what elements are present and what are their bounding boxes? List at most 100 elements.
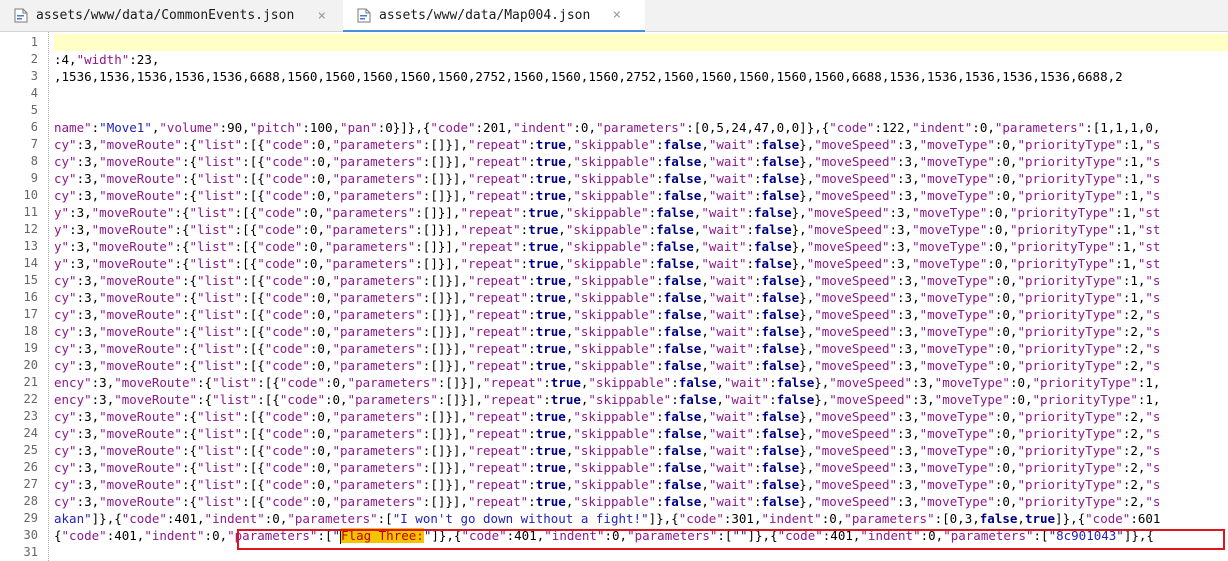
code-token: "moveType"	[919, 324, 995, 339]
code-line[interactable]: cy":3,"moveRoute":{"list":[{"code":0,"pa…	[54, 323, 1160, 340]
code-line[interactable]: cy":3,"moveRoute":{"list":[{"code":0,"pa…	[54, 170, 1160, 187]
code-token: "wait"	[708, 273, 754, 288]
code-token: :[]}],	[422, 409, 468, 424]
code-line[interactable]: ency":3,"moveRoute":{"list":[{"code":0,"…	[54, 374, 1160, 391]
code-line[interactable]: cy":3,"moveRoute":{"list":[{"code":0,"pa…	[54, 408, 1160, 425]
code-token: :	[656, 154, 664, 169]
code-line[interactable]: cy":3,"moveRoute":{"list":[{"code":0,"pa…	[54, 187, 1160, 204]
code-token: :0,	[994, 137, 1018, 152]
code-line[interactable]: cy":3,"moveRoute":{"list":[{"code":0,"pa…	[54, 340, 1160, 357]
close-icon[interactable]: ×	[318, 8, 326, 24]
code-token: true	[535, 273, 566, 288]
code-token: "I won't go down without a fight!"	[392, 511, 649, 526]
code-token: true	[535, 426, 566, 441]
code-line[interactable]: cy":3,"moveRoute":{"list":[{"code":0,"pa…	[54, 493, 1160, 510]
code-line[interactable]: cy":3,"moveRoute":{"list":[{"code":0,"pa…	[54, 136, 1160, 153]
code-token: :201,	[475, 120, 514, 135]
code-token: :0,	[309, 358, 333, 373]
code-token: :0,	[309, 324, 333, 339]
code-line[interactable]: y":3,"moveRoute":{"list":[{"code":0,"par…	[54, 255, 1160, 272]
tab-common-events[interactable]: assets/www/data/CommonEvents.json ×	[0, 0, 340, 31]
code-token: "s	[1145, 324, 1161, 339]
code-line[interactable]: cy":3,"moveRoute":{"list":[{"code":0,"pa…	[54, 272, 1160, 289]
code-token: "parameters"	[332, 154, 423, 169]
code-token: "code"	[264, 443, 310, 458]
code-token: "moveSpeed"	[806, 205, 890, 220]
code-token: :0,	[972, 120, 995, 135]
code-token: "skippable"	[573, 426, 657, 441]
code-token: :1,	[1122, 188, 1146, 203]
code-line[interactable]: name":"Move1","volume":90,"pitch":100,"p…	[54, 119, 1160, 136]
code-line[interactable]: ency":3,"moveRoute":{"list":[{"code":0,"…	[54, 391, 1160, 408]
code-token: "parameters"	[332, 290, 423, 305]
code-token: cy"	[54, 324, 77, 339]
code-area[interactable]: :4,"width":23, ,1536,1536,1536,1536,1536,…	[54, 32, 1228, 561]
code-token: "code"	[257, 239, 303, 254]
code-token: "priorityType"	[1017, 188, 1123, 203]
code-token: "parameters"	[994, 120, 1086, 135]
code-token: "parameters"	[324, 239, 416, 254]
code-token: ,	[558, 256, 566, 271]
code-token: :	[754, 290, 762, 305]
code-line[interactable]: y":3,"moveRoute":{"list":[{"code":0,"par…	[54, 238, 1160, 255]
code-line[interactable]: cy":3,"moveRoute":{"list":[{"code":0,"pa…	[54, 476, 1160, 493]
code-editor[interactable]: 1 2 3 4 5 6 7 8 9 10 11 12 13 14 15 16 17 18 19 20 21 22 23 24 2…	[0, 32, 1228, 561]
code-line[interactable]: akan"]},{"code":401,"indent":0,"paramete…	[54, 510, 1160, 527]
code-line[interactable]: :4,"width":23,	[54, 51, 159, 68]
code-token: :[{	[242, 171, 265, 186]
code-token: "indent"	[144, 528, 205, 543]
line-number: 13	[23, 239, 38, 253]
code-line[interactable]: cy":3,"moveRoute":{"list":[{"code":0,"pa…	[54, 289, 1160, 306]
code-token: "repeat"	[467, 426, 529, 441]
code-token: "moveRoute"	[99, 307, 182, 322]
code-token: "moveRoute"	[99, 426, 182, 441]
code-token: :[]}],	[422, 477, 468, 492]
code-token: cy"	[54, 171, 77, 186]
code-token: :[{	[242, 460, 265, 475]
code-token: "list"	[197, 477, 243, 492]
code-token: "list"	[189, 205, 235, 220]
code-line[interactable]: cy":3,"moveRoute":{"list":[{"code":0,"pa…	[54, 357, 1160, 374]
code-token: ,	[558, 205, 566, 220]
code-token: true	[535, 477, 566, 492]
code-token: :3,	[897, 443, 920, 458]
code-token: "code"	[264, 307, 310, 322]
code-line[interactable]: y":3,"moveRoute":{"list":[{"code":0,"par…	[54, 221, 1160, 238]
code-line[interactable]: y":3,"moveRoute":{"list":[{"code":0,"par…	[54, 204, 1160, 221]
code-token: "moveRoute"	[99, 290, 182, 305]
code-token: "s	[1145, 273, 1161, 288]
code-token: "priorityType"	[1017, 358, 1123, 373]
code-line[interactable]: cy":3,"moveRoute":{"list":[{"code":0,"pa…	[54, 425, 1160, 442]
code-line[interactable]: cy":3,"moveRoute":{"list":[{"code":0,"pa…	[54, 153, 1160, 170]
code-token: :	[528, 443, 536, 458]
code-token: ,	[701, 171, 709, 186]
code-line[interactable]: ,1536,1536,1536,1536,1536,6688,1560,1560…	[54, 68, 1123, 85]
code-token: "wait"	[708, 341, 754, 356]
code-token: :3,	[897, 137, 920, 152]
code-token: ]},{	[1055, 511, 1086, 526]
line-number: 9	[30, 171, 38, 185]
code-token: "repeat"	[467, 409, 529, 424]
code-token: ,	[701, 324, 709, 339]
code-line[interactable]: cy":3,"moveRoute":{"list":[{"code":0,"pa…	[54, 306, 1160, 323]
code-token: :{	[174, 239, 190, 254]
code-token: "s	[1145, 443, 1161, 458]
code-token: :0,	[994, 273, 1018, 288]
code-line[interactable]: cy":3,"moveRoute":{"list":[{"code":0,"pa…	[54, 459, 1160, 476]
code-token: cy"	[54, 358, 77, 373]
code-token: },	[799, 426, 815, 441]
code-token: :1,	[1115, 239, 1138, 254]
code-token: "moveSpeed"	[814, 171, 898, 186]
code-token: "code"	[264, 290, 310, 305]
code-token: :{	[181, 137, 198, 152]
code-token: "repeat"	[467, 290, 529, 305]
code-line[interactable]: cy":3,"moveRoute":{"list":[{"code":0,"pa…	[54, 442, 1160, 459]
tab-map004[interactable]: assets/www/data/Map004.json ×	[343, 0, 645, 32]
code-token: "moveSpeed"	[829, 392, 913, 407]
close-icon[interactable]: ×	[613, 7, 621, 23]
code-token: "s	[1145, 494, 1161, 509]
code-token: },	[799, 443, 815, 458]
code-token: "moveRoute"	[91, 222, 175, 237]
code-token: :0,	[309, 494, 333, 509]
code-token: false	[761, 188, 800, 203]
